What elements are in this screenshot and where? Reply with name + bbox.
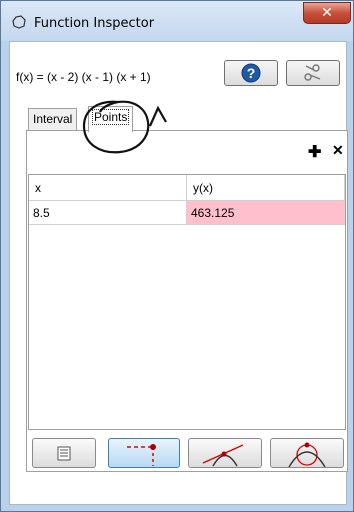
add-point-button[interactable]: ✚	[308, 142, 321, 162]
window-title: Function Inspector	[34, 16, 155, 31]
plus-icon: ✚	[308, 144, 322, 161]
close-icon: ✕	[321, 5, 333, 21]
remove-point-button[interactable]: ✕	[332, 142, 344, 159]
tangent-icon	[202, 444, 244, 467]
table-view-button[interactable]	[32, 438, 96, 468]
point-trace-button[interactable]	[108, 438, 180, 468]
tools-button[interactable]	[286, 60, 340, 86]
tangent-button[interactable]	[188, 438, 262, 468]
tab-points[interactable]: Points	[88, 106, 134, 132]
x-icon: ✕	[332, 142, 344, 158]
help-button[interactable]: ?	[224, 60, 278, 86]
table-cell-y[interactable]: 463.125	[187, 201, 345, 225]
tab-interval[interactable]: Interval	[28, 108, 78, 130]
scissors-tools-icon	[304, 64, 321, 81]
column-header-y[interactable]: y(x)	[187, 175, 345, 201]
close-button[interactable]: ✕	[303, 2, 351, 24]
title-bar: Function Inspector ✕	[1, 1, 353, 41]
point-trace-icon	[127, 444, 156, 466]
help-icon: ?	[241, 63, 261, 83]
function-label: f(x) = (x - 2) (x - 1) (x + 1)	[16, 70, 151, 84]
osculating-circle-icon	[288, 442, 326, 467]
column-header-x[interactable]: x	[29, 175, 187, 201]
app-icon	[12, 15, 26, 29]
osculating-circle-button[interactable]	[270, 438, 344, 468]
svg-text:?: ?	[247, 65, 256, 81]
points-table: x y(x) 8.5 463.125	[28, 174, 346, 430]
tab-points-label: Points	[91, 109, 130, 125]
table-icon	[57, 446, 71, 461]
table-cell-x[interactable]: 8.5	[29, 201, 187, 225]
